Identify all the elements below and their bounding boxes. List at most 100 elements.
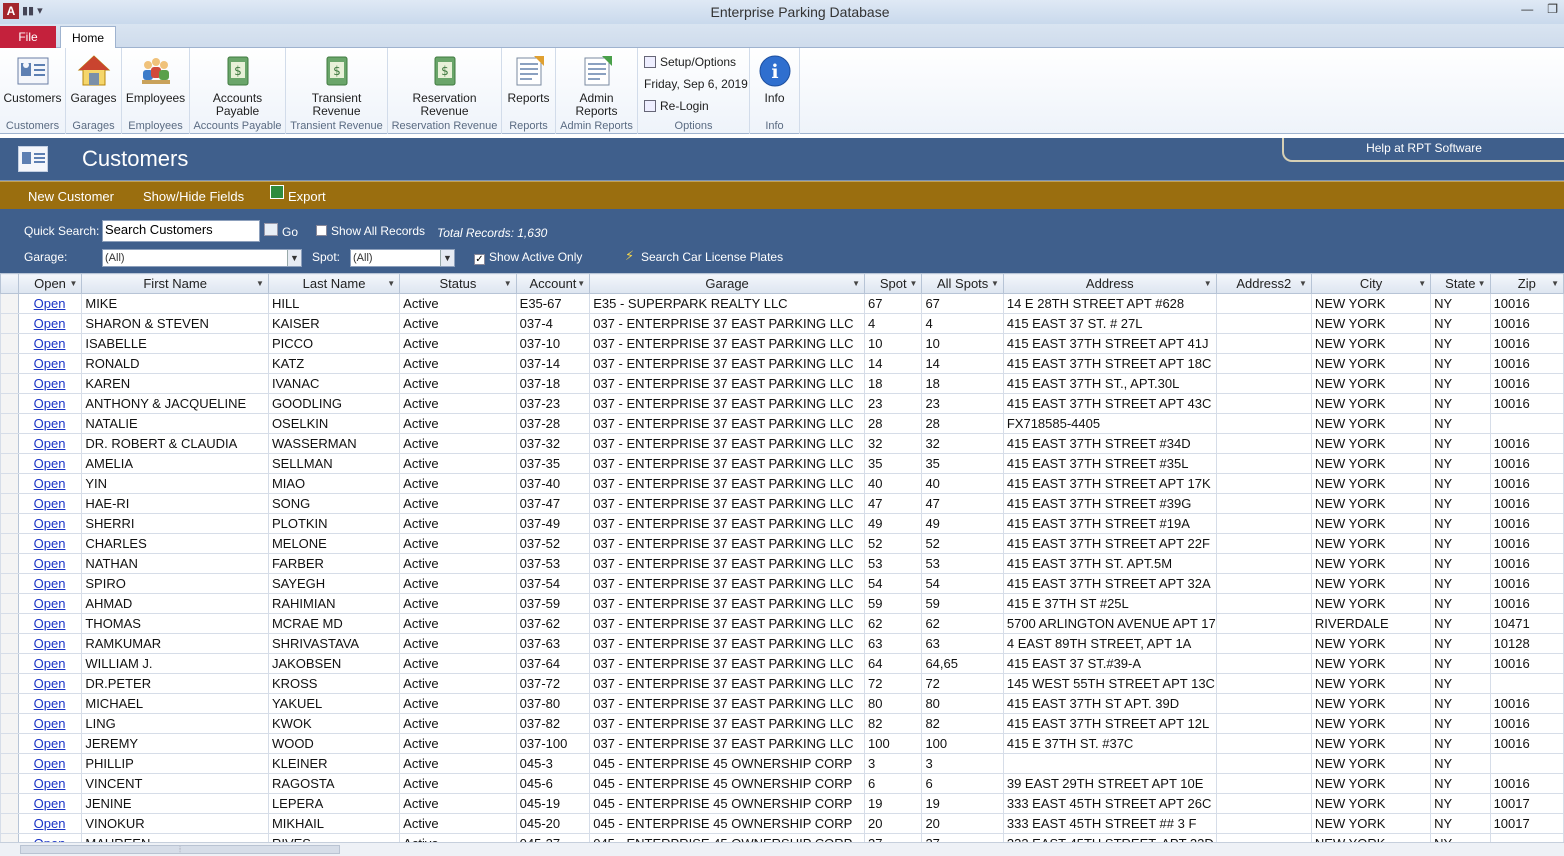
table-cell[interactable]: 10016 [1489,593,1564,614]
open-record-link[interactable]: Open [22,516,66,531]
table-cell[interactable]: 037 - ENTERPRISE 37 EAST PARKING LLC [589,413,866,434]
table-cell[interactable]: YIN [81,473,269,494]
table-cell[interactable]: 72 [864,673,923,694]
table-cell[interactable]: 10016 [1489,453,1564,474]
table-cell[interactable]: NY [1430,493,1491,514]
table-cell[interactable]: NY [1430,653,1491,674]
table-cell[interactable]: PHILLIP [81,753,269,774]
table-cell[interactable] [1215,673,1312,694]
table-cell[interactable]: 037 - ENTERPRISE 37 EAST PARKING LLC [589,613,866,634]
table-cell[interactable]: RONALD [81,353,269,374]
table-cell[interactable]: 6 [864,773,923,794]
table-cell[interactable]: SPIRO [81,573,269,594]
row-selector[interactable] [0,633,19,654]
accounts-payable-button[interactable]: $ Accounts Payable [190,52,285,118]
table-cell[interactable]: 32 [921,433,1004,454]
table-cell[interactable] [1215,293,1312,314]
table-cell[interactable]: 62 [864,613,923,634]
table-cell[interactable]: 415 EAST 37TH STREET #34D [1002,433,1217,454]
row-selector[interactable] [0,813,19,834]
table-cell[interactable]: 037 - ENTERPRISE 37 EAST PARKING LLC [589,353,866,374]
table-cell[interactable]: 10016 [1489,713,1564,734]
table-cell[interactable]: FX718585-4405 [1002,413,1217,434]
column-header-address[interactable]: Address ▼ [1002,273,1217,294]
show-all-records-button[interactable]: Show All Records [316,224,425,238]
column-filter-icon[interactable]: ▼ [387,279,395,288]
table-cell[interactable]: 037-64 [515,653,591,674]
open-record-link[interactable]: Open [22,756,66,771]
table-cell[interactable] [1215,713,1312,734]
table-cell[interactable]: NY [1430,813,1491,834]
table-cell[interactable]: RAMKUMAR [81,633,269,654]
table-cell[interactable]: NY [1430,433,1491,454]
open-record-link[interactable]: Open [22,296,66,311]
row-selector[interactable] [0,353,19,374]
table-cell[interactable]: JEREMY [81,733,269,754]
table-cell[interactable] [1215,393,1312,414]
row-selector[interactable] [0,293,19,314]
open-record-link[interactable]: Open [22,656,66,671]
table-cell[interactable]: 35 [864,453,923,474]
table-cell[interactable]: NEW YORK [1310,793,1432,814]
column-filter-icon[interactable]: ▼ [1551,279,1559,288]
table-cell[interactable]: NATALIE [81,413,269,434]
table-cell[interactable]: JENINE [81,793,269,814]
open-record-link[interactable]: Open [22,536,66,551]
column-filter-icon[interactable]: ▼ [577,279,585,288]
table-cell[interactable]: 037 - ENTERPRISE 37 EAST PARKING LLC [589,513,866,534]
open-record-link[interactable]: Open [22,316,66,331]
table-cell[interactable]: NY [1430,373,1491,394]
garages-button[interactable]: Garages [66,52,121,105]
table-row[interactable]: Open YIN MIAO Active 037-40 037 - ENTERPRISE … [0,473,1564,494]
show-active-only-checkbox[interactable]: ✓ Show Active Only [474,250,582,265]
column-header-account[interactable]: Account ▼ [515,273,591,294]
table-cell[interactable]: 045 - ENTERPRISE 45 OWNERSHIP CORP [589,813,866,834]
table-cell[interactable] [1215,633,1312,654]
table-cell[interactable]: 18 [921,373,1004,394]
table-cell[interactable]: NY [1430,353,1491,374]
table-cell[interactable]: NY [1430,693,1491,714]
setup-options-button[interactable]: Setup/Options [644,55,736,69]
table-cell[interactable]: 6 [921,773,1004,794]
table-cell[interactable]: Active [399,433,517,454]
table-cell[interactable]: 037-100 [515,733,591,754]
table-cell[interactable]: NEW YORK [1310,393,1432,414]
open-record-link[interactable]: Open [22,556,66,571]
table-cell[interactable]: 037 - ENTERPRISE 37 EAST PARKING LLC [589,433,866,454]
table-cell[interactable]: SHRIVASTAVA [267,633,401,654]
table-cell[interactable]: NY [1430,733,1491,754]
table-cell[interactable]: HAE-RI [81,493,269,514]
table-cell[interactable]: 045-19 [515,793,591,814]
table-row[interactable]: Open RAMKUMAR SHRIVASTAVA Active 037-63 037 -… [0,633,1564,654]
table-cell[interactable]: OSELKIN [267,413,401,434]
table-cell[interactable]: 037-18 [515,373,591,394]
table-cell[interactable]: 35 [921,453,1004,474]
column-header-spot[interactable]: Spot ▼ [864,273,923,294]
table-row[interactable]: Open RONALD KATZ Active 037-14 037 - ENTERPRI… [0,353,1564,374]
table-cell[interactable]: KATZ [267,353,401,374]
table-cell[interactable]: 40 [864,473,923,494]
table-row[interactable]: Open HAE-RI SONG Active 037-47 037 - ENTERPRI… [0,493,1564,514]
row-selector[interactable] [0,573,19,594]
column-filter-icon[interactable]: ▼ [504,279,512,288]
table-cell[interactable]: 10016 [1489,553,1564,574]
table-cell[interactable] [1489,413,1564,434]
open-record-link[interactable]: Open [22,376,66,391]
table-cell[interactable]: 045-20 [515,813,591,834]
table-cell[interactable]: Active [399,413,517,434]
open-record-link[interactable]: Open [22,716,66,731]
table-cell[interactable]: 045 - ENTERPRISE 45 OWNERSHIP CORP [589,753,866,774]
table-cell[interactable]: 037-62 [515,613,591,634]
table-cell[interactable]: 20 [921,813,1004,834]
table-cell[interactable]: 037-53 [515,553,591,574]
table-cell[interactable]: 045-6 [515,773,591,794]
row-selector[interactable] [0,313,19,334]
table-cell[interactable]: 415 EAST 37TH STREET #35L [1002,453,1217,474]
table-cell[interactable]: AMELIA [81,453,269,474]
chevron-down-icon[interactable]: ▼ [287,250,301,266]
table-cell[interactable] [1489,753,1564,774]
table-cell[interactable]: 10016 [1489,773,1564,794]
table-cell[interactable]: 037 - ENTERPRISE 37 EAST PARKING LLC [589,533,866,554]
table-row[interactable]: Open PHILLIP KLEINER Active 045-3 045 - ENTER… [0,753,1564,774]
table-cell[interactable]: NEW YORK [1310,533,1432,554]
